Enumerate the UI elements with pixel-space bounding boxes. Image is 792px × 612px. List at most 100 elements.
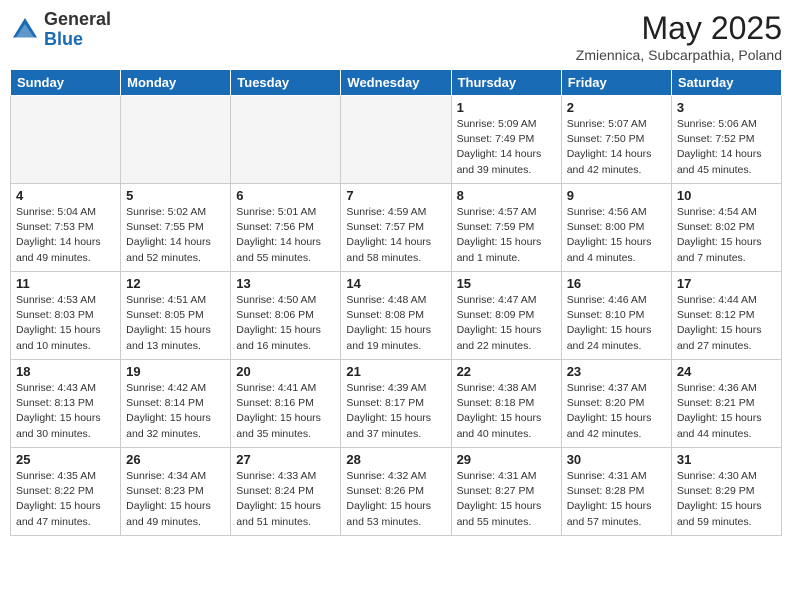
- day-number: 8: [457, 188, 556, 203]
- day-number: 19: [126, 364, 225, 379]
- calendar-cell: 18 Sunrise: 4:43 AM Sunset: 8:13 PM Dayli…: [11, 360, 121, 448]
- day-info: Sunrise: 5:02 AM Sunset: 7:55 PM Dayligh…: [126, 205, 225, 266]
- calendar-cell: [121, 96, 231, 184]
- day-info: Sunrise: 4:37 AM Sunset: 8:20 PM Dayligh…: [567, 381, 666, 442]
- calendar-cell: 22 Sunrise: 4:38 AM Sunset: 8:18 PM Dayli…: [451, 360, 561, 448]
- day-number: 10: [677, 188, 776, 203]
- day-number: 3: [677, 100, 776, 115]
- day-info: Sunrise: 4:35 AM Sunset: 8:22 PM Dayligh…: [16, 469, 115, 530]
- weekday-saturday: Saturday: [671, 70, 781, 96]
- day-number: 16: [567, 276, 666, 291]
- calendar-cell: 6Sunrise: 5:01 AM Sunset: 7:56 PM Daylig…: [231, 184, 341, 272]
- day-number: 28: [346, 452, 445, 467]
- day-number: 4: [16, 188, 115, 203]
- logo: General Blue: [10, 10, 111, 50]
- page-header: General Blue May 2025 Zmiennica, Subcarp…: [10, 10, 782, 63]
- day-info: Sunrise: 4:34 AM Sunset: 8:23 PM Dayligh…: [126, 469, 225, 530]
- day-number: 7: [346, 188, 445, 203]
- day-info: Sunrise: 4:30 AM Sunset: 8:29 PM Dayligh…: [677, 469, 776, 530]
- week-row-4: 25 Sunrise: 4:35 AM Sunset: 8:22 PM Dayli…: [11, 448, 782, 536]
- day-number: 29: [457, 452, 556, 467]
- day-number: 21: [346, 364, 445, 379]
- day-info: Sunrise: 5:09 AM Sunset: 7:49 PM Dayligh…: [457, 117, 556, 178]
- calendar-cell: [341, 96, 451, 184]
- day-number: 31: [677, 452, 776, 467]
- day-number: 27: [236, 452, 335, 467]
- day-info: Sunrise: 4:43 AM Sunset: 8:13 PM Dayligh…: [16, 381, 115, 442]
- calendar-cell: 3 Sunrise: 5:06 AM Sunset: 7:52 PM Daylig…: [671, 96, 781, 184]
- day-info: Sunrise: 4:59 AM Sunset: 7:57 PM Dayligh…: [346, 205, 445, 266]
- day-number: 25: [16, 452, 115, 467]
- day-info: Sunrise: 4:41 AM Sunset: 8:16 PM Dayligh…: [236, 381, 335, 442]
- week-row-1: 4 Sunrise: 5:04 AM Sunset: 7:53 PM Daylig…: [11, 184, 782, 272]
- logo-blue: Blue: [44, 29, 83, 49]
- day-info: Sunrise: 4:36 AM Sunset: 8:21 PM Dayligh…: [677, 381, 776, 442]
- day-number: 13: [236, 276, 335, 291]
- day-number: 1: [457, 100, 556, 115]
- day-info: Sunrise: 4:57 AM Sunset: 7:59 PM Dayligh…: [457, 205, 556, 266]
- day-info: Sunrise: 4:42 AM Sunset: 8:14 PM Dayligh…: [126, 381, 225, 442]
- calendar-cell: [231, 96, 341, 184]
- calendar-cell: 29 Sunrise: 4:31 AM Sunset: 8:27 PM Dayli…: [451, 448, 561, 536]
- calendar-cell: 26 Sunrise: 4:34 AM Sunset: 8:23 PM Dayli…: [121, 448, 231, 536]
- day-info: Sunrise: 4:53 AM Sunset: 8:03 PM Dayligh…: [16, 293, 115, 354]
- day-number: 18: [16, 364, 115, 379]
- calendar-cell: 7 Sunrise: 4:59 AM Sunset: 7:57 PM Daylig…: [341, 184, 451, 272]
- day-info: Sunrise: 5:04 AM Sunset: 7:53 PM Dayligh…: [16, 205, 115, 266]
- logo-icon: [10, 15, 40, 45]
- weekday-sunday: Sunday: [11, 70, 121, 96]
- logo-text: General Blue: [44, 10, 111, 50]
- calendar-cell: 20 Sunrise: 4:41 AM Sunset: 8:16 PM Dayli…: [231, 360, 341, 448]
- day-info: Sunrise: 5:06 AM Sunset: 7:52 PM Dayligh…: [677, 117, 776, 178]
- day-info: Sunrise: 4:48 AM Sunset: 8:08 PM Dayligh…: [346, 293, 445, 354]
- day-info: Sunrise: 5:01 AM Sunset: 7:56 PM Dayligh…: [236, 205, 335, 266]
- weekday-header-row: SundayMondayTuesdayWednesdayThursdayFrid…: [11, 70, 782, 96]
- calendar-body: 1 Sunrise: 5:09 AM Sunset: 7:49 PM Daylig…: [11, 96, 782, 536]
- weekday-wednesday: Wednesday: [341, 70, 451, 96]
- calendar-cell: 27Sunrise: 4:33 AM Sunset: 8:24 PM Dayli…: [231, 448, 341, 536]
- weekday-friday: Friday: [561, 70, 671, 96]
- calendar-cell: 13Sunrise: 4:50 AM Sunset: 8:06 PM Dayli…: [231, 272, 341, 360]
- calendar-cell: 11Sunrise: 4:53 AM Sunset: 8:03 PM Dayli…: [11, 272, 121, 360]
- day-info: Sunrise: 4:51 AM Sunset: 8:05 PM Dayligh…: [126, 293, 225, 354]
- calendar-cell: 21Sunrise: 4:39 AM Sunset: 8:17 PM Dayli…: [341, 360, 451, 448]
- weekday-monday: Monday: [121, 70, 231, 96]
- day-number: 9: [567, 188, 666, 203]
- calendar-cell: 19 Sunrise: 4:42 AM Sunset: 8:14 PM Dayli…: [121, 360, 231, 448]
- week-row-0: 1 Sunrise: 5:09 AM Sunset: 7:49 PM Daylig…: [11, 96, 782, 184]
- calendar-cell: 12Sunrise: 4:51 AM Sunset: 8:05 PM Dayli…: [121, 272, 231, 360]
- calendar-cell: 10 Sunrise: 4:54 AM Sunset: 8:02 PM Dayli…: [671, 184, 781, 272]
- day-info: Sunrise: 4:31 AM Sunset: 8:27 PM Dayligh…: [457, 469, 556, 530]
- weekday-thursday: Thursday: [451, 70, 561, 96]
- day-info: Sunrise: 4:46 AM Sunset: 8:10 PM Dayligh…: [567, 293, 666, 354]
- day-info: Sunrise: 4:54 AM Sunset: 8:02 PM Dayligh…: [677, 205, 776, 266]
- calendar-cell: 30Sunrise: 4:31 AM Sunset: 8:28 PM Dayli…: [561, 448, 671, 536]
- calendar-cell: 8 Sunrise: 4:57 AM Sunset: 7:59 PM Daylig…: [451, 184, 561, 272]
- calendar-cell: 15 Sunrise: 4:47 AM Sunset: 8:09 PM Dayli…: [451, 272, 561, 360]
- calendar-cell: 4 Sunrise: 5:04 AM Sunset: 7:53 PM Daylig…: [11, 184, 121, 272]
- calendar-cell: 2Sunrise: 5:07 AM Sunset: 7:50 PM Daylig…: [561, 96, 671, 184]
- calendar-cell: 28 Sunrise: 4:32 AM Sunset: 8:26 PM Dayli…: [341, 448, 451, 536]
- calendar-cell: 24 Sunrise: 4:36 AM Sunset: 8:21 PM Dayli…: [671, 360, 781, 448]
- location-title: Zmiennica, Subcarpathia, Poland: [576, 47, 782, 63]
- calendar-cell: 1 Sunrise: 5:09 AM Sunset: 7:49 PM Daylig…: [451, 96, 561, 184]
- day-info: Sunrise: 4:38 AM Sunset: 8:18 PM Dayligh…: [457, 381, 556, 442]
- calendar-table: SundayMondayTuesdayWednesdayThursdayFrid…: [10, 69, 782, 536]
- day-number: 24: [677, 364, 776, 379]
- calendar-cell: 9Sunrise: 4:56 AM Sunset: 8:00 PM Daylig…: [561, 184, 671, 272]
- day-number: 15: [457, 276, 556, 291]
- day-info: Sunrise: 4:47 AM Sunset: 8:09 PM Dayligh…: [457, 293, 556, 354]
- day-info: Sunrise: 4:32 AM Sunset: 8:26 PM Dayligh…: [346, 469, 445, 530]
- day-info: Sunrise: 4:44 AM Sunset: 8:12 PM Dayligh…: [677, 293, 776, 354]
- day-number: 14: [346, 276, 445, 291]
- day-number: 20: [236, 364, 335, 379]
- day-number: 26: [126, 452, 225, 467]
- day-number: 5: [126, 188, 225, 203]
- calendar-cell: 23Sunrise: 4:37 AM Sunset: 8:20 PM Dayli…: [561, 360, 671, 448]
- calendar-cell: 16 Sunrise: 4:46 AM Sunset: 8:10 PM Dayli…: [561, 272, 671, 360]
- calendar-cell: 31 Sunrise: 4:30 AM Sunset: 8:29 PM Dayli…: [671, 448, 781, 536]
- day-info: Sunrise: 5:07 AM Sunset: 7:50 PM Dayligh…: [567, 117, 666, 178]
- calendar-cell: 5 Sunrise: 5:02 AM Sunset: 7:55 PM Daylig…: [121, 184, 231, 272]
- day-number: 22: [457, 364, 556, 379]
- calendar-cell: 14 Sunrise: 4:48 AM Sunset: 8:08 PM Dayli…: [341, 272, 451, 360]
